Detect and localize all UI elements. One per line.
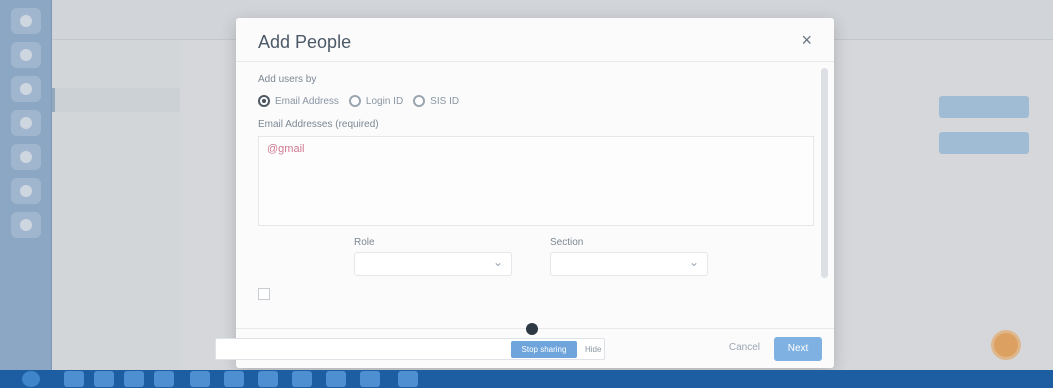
dialog-body: Add users by Email Address Login ID SIS …: [258, 74, 814, 300]
app-icon[interactable]: [258, 371, 278, 387]
radio-login-id[interactable]: Login ID: [348, 95, 404, 107]
radio-label: Login ID: [365, 95, 404, 107]
radio-sis-id[interactable]: SIS ID: [413, 95, 459, 107]
app-icon[interactable]: [224, 371, 244, 387]
chrome-icon[interactable]: [190, 371, 210, 387]
section-group: Section: [550, 237, 708, 276]
role-group: Role: [354, 237, 512, 276]
ie-icon[interactable]: [64, 371, 84, 387]
app-icon[interactable]: [292, 371, 312, 387]
role-section-row: Role Section: [354, 237, 806, 276]
role-select[interactable]: [354, 252, 512, 276]
app-icon[interactable]: [326, 371, 346, 387]
stop-sharing-button[interactable]: Stop sharing: [511, 341, 577, 358]
hide-button[interactable]: Hide: [585, 345, 601, 354]
dialog-title: Add People: [258, 32, 352, 52]
limit-privileges-checkbox[interactable]: [258, 288, 270, 300]
radio-label: Email Address: [275, 95, 339, 107]
start-button-icon[interactable]: [22, 371, 40, 387]
cancel-button[interactable]: Cancel: [729, 342, 760, 353]
radio-email-address[interactable]: Email Address: [258, 95, 339, 107]
add-users-by-label: Add users by: [258, 74, 317, 85]
role-label: Role: [354, 237, 375, 248]
app-icon[interactable]: [154, 371, 174, 387]
section-label: Section: [550, 237, 584, 248]
media-icon[interactable]: [124, 371, 144, 387]
app-icon[interactable]: [360, 371, 380, 387]
radio-indicator[interactable]: [258, 95, 270, 107]
screen-share-bar: Stop sharing Hide: [215, 338, 605, 360]
close-icon[interactable]: ×: [801, 30, 812, 51]
radio-indicator[interactable]: [413, 95, 426, 107]
email-addresses-label: Email Addresses (required): [258, 119, 379, 130]
next-button[interactable]: Next: [774, 337, 822, 361]
email-addresses-textarea[interactable]: [258, 136, 814, 226]
dialog-header: Add People ×: [236, 18, 834, 62]
chrome-icon[interactable]: [398, 371, 418, 387]
limit-privileges-checkbox-row[interactable]: [258, 288, 806, 300]
loading-spinner-icon: [526, 323, 538, 335]
windows-taskbar: [0, 370, 1053, 388]
radio-label: SIS ID: [430, 95, 460, 107]
add-users-by-radio-group: Email Address Login ID SIS ID: [258, 95, 806, 107]
section-select[interactable]: [550, 252, 708, 276]
explorer-icon[interactable]: [94, 371, 114, 387]
radio-indicator[interactable]: [348, 95, 361, 107]
add-people-dialog: Add People × Add users by Email Address …: [236, 18, 834, 368]
dialog-scrollbar[interactable]: [821, 68, 828, 278]
